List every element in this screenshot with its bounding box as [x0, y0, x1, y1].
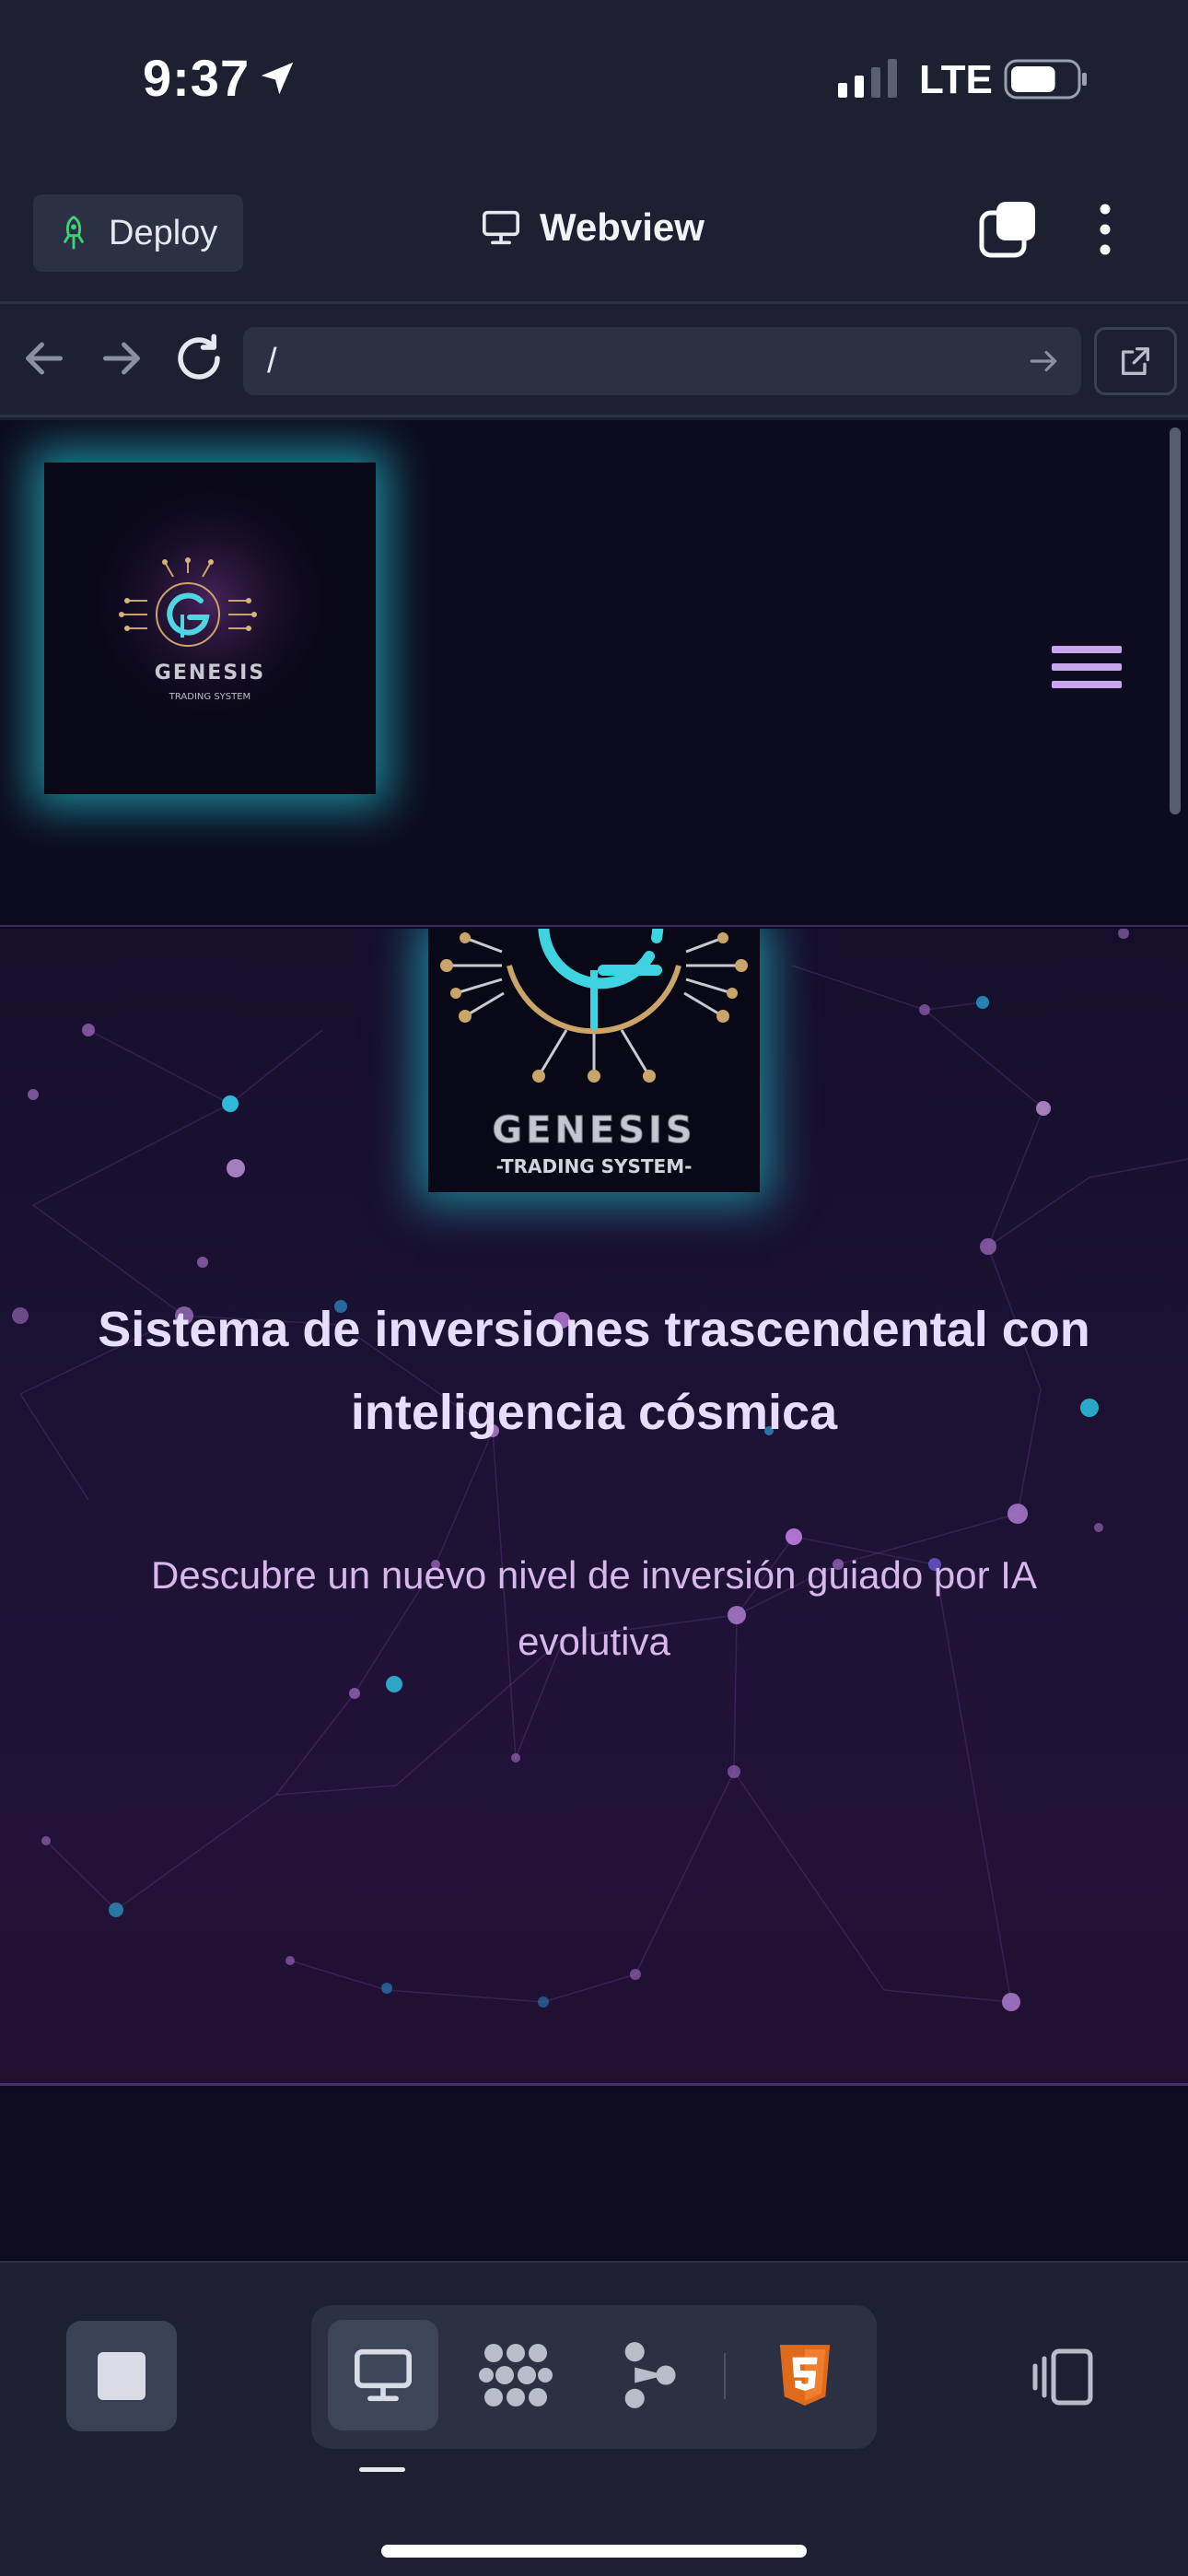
hero-title: Sistema de inversiones trascendental con…: [98, 1302, 1090, 1440]
more-options-icon[interactable]: [1087, 200, 1124, 259]
stop-button[interactable]: [66, 2321, 177, 2431]
network-type: LTE: [919, 57, 993, 102]
hero-logo-tagline: -TRADING SYSTEM-: [496, 1155, 693, 1177]
next-section: [0, 2089, 1188, 2261]
tabs-switcher-icon[interactable]: [978, 200, 1037, 259]
reload-icon[interactable]: [171, 331, 227, 386]
open-in-new-tab-button[interactable]: [1094, 327, 1177, 395]
extensions-tool-button[interactable]: [460, 2320, 571, 2430]
webview-scrollbar[interactable]: [1170, 427, 1181, 814]
header-logo[interactable]: GENESIS TRADING SYSTEM: [44, 463, 376, 794]
status-time: 9:37: [143, 49, 250, 107]
hero-subtitle: Descubre un nuevo nivel de inversión gui…: [151, 1553, 1037, 1663]
html5-tool-button[interactable]: [750, 2320, 860, 2430]
deploy-button[interactable]: Deploy: [33, 194, 243, 272]
toolbar-divider: [724, 2353, 726, 2399]
battery-icon: [1004, 59, 1087, 100]
webview-tool-button[interactable]: [328, 2320, 438, 2430]
webview-content: GENESIS TRADING SYSTEM GENESIS -TRADING …: [0, 420, 1188, 2261]
webview-label: Webview: [540, 205, 705, 249]
forward-arrow-icon[interactable]: [94, 331, 149, 386]
stop-icon: [98, 2352, 146, 2400]
header-logo-brand: GENESIS: [155, 662, 265, 685]
url-text: /: [267, 341, 277, 381]
deploy-label: Deploy: [109, 213, 218, 252]
status-bar: 9:37 LTE: [0, 0, 1188, 166]
agent-tool-button[interactable]: [593, 2320, 704, 2430]
monitor-icon: [483, 210, 519, 245]
webview-tab-title[interactable]: Webview: [481, 205, 705, 250]
genesis-logo-icon: GENESIS TRADING SYSTEM: [44, 463, 376, 794]
external-link-icon: [1122, 347, 1149, 375]
hero-logo: GENESIS -TRADING SYSTEM-: [428, 929, 760, 1192]
extensions-icon: [479, 2344, 553, 2406]
hamburger-menu-icon[interactable]: [1052, 646, 1122, 703]
active-tool-indicator: [359, 2467, 405, 2472]
hero-section: GENESIS -TRADING SYSTEM- Sistema de inve…: [0, 929, 1188, 2086]
device-preview-icon[interactable]: [1031, 2348, 1098, 2406]
back-arrow-icon[interactable]: [17, 331, 72, 386]
cellular-signal-icon: [838, 59, 897, 98]
agent-icon: [624, 2342, 676, 2408]
workspace-top-bar: Deploy Webview: [0, 180, 1188, 304]
home-indicator[interactable]: [381, 2545, 807, 2558]
deploy-rocket-icon: [64, 216, 84, 250]
html5-icon: [779, 2345, 831, 2406]
tool-switcher: [311, 2305, 877, 2449]
browser-nav-bar: /: [0, 307, 1188, 417]
url-input[interactable]: /: [243, 327, 1081, 395]
go-arrow-icon[interactable]: [1026, 344, 1061, 379]
webview-icon: [355, 2348, 412, 2402]
bottom-toolbar: [0, 2261, 1188, 2576]
header-logo-tagline: TRADING SYSTEM: [169, 692, 250, 702]
hero-logo-brand: GENESIS: [492, 1109, 695, 1152]
genesis-large-logo-icon: GENESIS -TRADING SYSTEM-: [440, 929, 748, 1177]
location-arrow-icon: [261, 62, 294, 95]
site-header: GENESIS TRADING SYSTEM: [0, 420, 1188, 927]
